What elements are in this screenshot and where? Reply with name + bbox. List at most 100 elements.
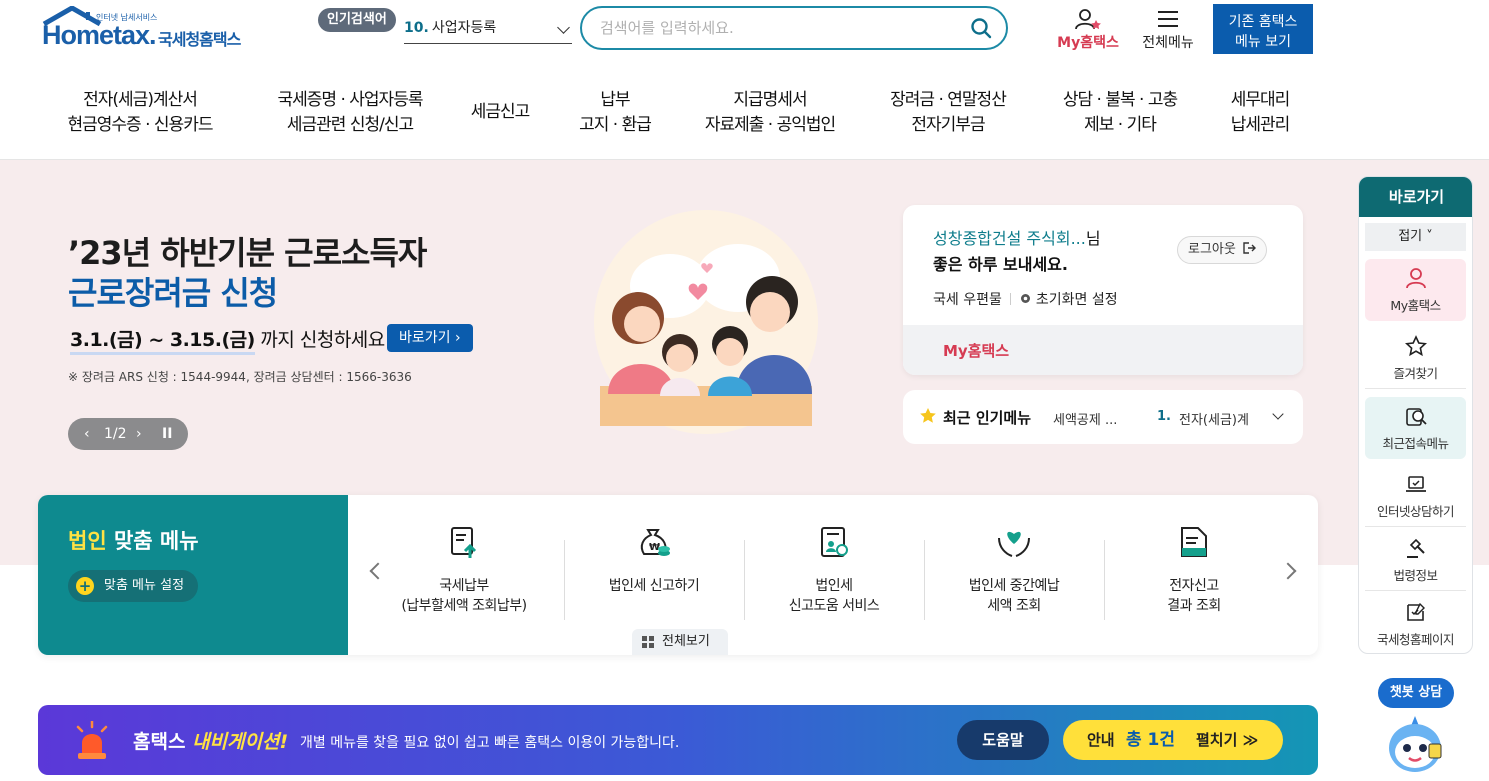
search-input[interactable] [600,16,960,40]
family-illustration [594,210,818,434]
recent-menu-value[interactable]: 세액공제 ... [1053,409,1117,428]
search-box [580,6,1008,50]
chevron-down-icon[interactable] [1272,408,1284,420]
all-menu-button[interactable]: 전체메뉴 [1136,8,1200,52]
view-all-button[interactable]: 전체보기 [632,629,728,655]
corp-title-rest: 맞춤 메뉴 [106,529,199,553]
quick-my-hometax[interactable]: My홈택스 [1365,259,1466,321]
slide-pause-button[interactable]: II [162,418,172,450]
gnb-line1: 장려금 · 연말정산 [890,90,1007,110]
recent-popular-menu[interactable]: 최근 인기메뉴 세액공제 ... 1. 전자(세금)계 [903,390,1303,444]
quick-menu-fold-button[interactable]: 접기 ˅ [1365,223,1466,251]
header: 인터넷 납세서비스 Hometax. 국세청홈택스 인기검색어 10. 사업자등록… [0,0,1489,160]
chatbot-mascot-icon[interactable] [1385,714,1445,776]
help-button[interactable]: 도움말 [957,720,1049,760]
greeting: 좋은 하루 보내세요. [933,255,1068,274]
hometax-logo[interactable]: 인터넷 납세서비스 Hometax. 국세청홈택스 [40,6,255,50]
quick-law-info[interactable]: 법령정보 [1365,529,1466,591]
laptop-icon [1406,476,1426,492]
search-icon[interactable] [970,17,992,39]
quick-online-consult[interactable]: 인터넷상담하기 [1365,465,1466,527]
my-hometax-row[interactable]: My홈택스 [903,325,1303,375]
chevron-right-icon: › [454,330,461,346]
gnb-payment[interactable]: 납부 고지 · 환급 [555,88,675,138]
user-icon [1406,268,1426,289]
company-name-text: 성창종합건설 주식회... [933,229,1086,248]
gnb-line1: 지급명세서 [733,90,807,110]
company-name[interactable]: 성창종합건설 주식회...님 [933,225,1101,249]
hero-title-line2: 근로장려금 신청 [68,274,278,312]
gnb-e-invoice[interactable]: 전자(세금)계산서 현금영수증 · 신용카드 [40,88,240,138]
document-result-icon [1181,527,1207,557]
logo-sub-text: 국세청홈택스 [158,30,241,49]
gnb-line2: 현금영수증 · 신용카드 [67,115,214,135]
corp-menu-item[interactable]: 법인세 중간예납 세액 조회 [924,520,1104,620]
my-hometax-button[interactable]: My홈택스 [1052,8,1124,52]
logout-icon [1243,242,1256,254]
popular-menu-value[interactable]: 전자(세금)계 [1179,409,1249,428]
corp-custom-menu: 법인 맞춤 메뉴 + 맞춤 메뉴 설정 국세납부 (납부할세액 조회납부) ₩ … [38,495,1318,655]
corp-menu-item[interactable]: ₩ 법인세 신고하기 [564,520,744,620]
honorific: 님 [1085,229,1101,248]
hero-period-dates: 3.1.(금) ~ 3.15.(금) [70,329,255,355]
custom-menu-setting-label: 맞춤 메뉴 설정 [104,578,185,593]
home-setting-link[interactable]: 초기화면 설정 [1036,292,1118,308]
hero-goto-label: 바로가기 [399,330,451,346]
recent-menu-title: 최근 인기메뉴 [943,409,1032,427]
my-hometax-label: My홈택스 [1057,35,1119,51]
quick-item-label: 인터넷상담하기 [1376,504,1455,519]
gnb-tax-agent[interactable]: 세무대리 납세관리 [1210,88,1310,138]
corp-menu-item[interactable]: 법인세 신고도움 서비스 [744,520,924,620]
gnb-consultation[interactable]: 상담 · 불복 · 고충 제보 · 기타 [1045,88,1195,138]
quick-menu: 바로가기 접기 ˅ My홈택스 즐겨찾기 최근접속메뉴 인터넷상담하기 법령정보… [1358,176,1473,654]
gnb-certificate[interactable]: 국세증명 · 사업자등록 세금관련 신청/신고 [250,88,450,138]
logout-button[interactable]: 로그아웃 [1177,236,1267,264]
divider [1009,293,1011,305]
old-menu-button[interactable]: 기존 홈택스 메뉴 보기 [1213,4,1313,54]
quick-recent-menu[interactable]: 최근접속메뉴 [1365,397,1466,459]
popular-search-rank: 10. [404,20,429,36]
hero-period-suffix: 까지 신청하세요! [254,329,392,351]
view-all-label: 전체보기 [662,634,710,649]
popular-search-term: 사업자등록 [431,20,497,36]
quick-item-label: My홈택스 [1390,298,1441,313]
gavel-icon [1407,538,1425,558]
gnb-line2: 자료제출 · 공익법인 [704,115,836,135]
navigation-description: 개별 메뉴를 찾을 필요 없이 쉽고 빠른 홈택스 이용이 가능합니다. [300,735,680,751]
logo-text: Hometax. [42,20,157,50]
corp-menu-header: 법인 맞춤 메뉴 + 맞춤 메뉴 설정 [38,495,348,655]
recent-search-icon [1406,408,1427,426]
notice-expand-button[interactable]: 안내 총 1건 펼치기 ≫ [1063,720,1283,760]
navigation-banner: 홈택스 내비게이션! 개별 메뉴를 찾을 필요 없이 쉽고 빠른 홈택스 이용이… [38,705,1318,775]
slider-control: ‹ 1/2 › II [68,418,188,450]
quick-favorites[interactable]: 즐겨찾기 [1365,327,1466,389]
navigation-title-b: 내비게이션! [192,731,289,753]
star-icon [920,408,936,423]
slide-next-button[interactable]: › [136,418,142,450]
my-hometax-link: My홈택스 [943,342,1010,360]
gear-icon [1020,294,1030,303]
gnb-line2: 제보 · 기타 [1084,115,1157,135]
corp-menu-title: 법인 맞춤 메뉴 [68,525,199,555]
gnb-tax-filing[interactable]: 세금신고 [450,100,550,125]
chatbot-button[interactable]: 챗봇 상담 [1378,678,1454,708]
quick-nts-homepage[interactable]: 국세청홈페이지 [1365,593,1466,653]
gnb-incentive[interactable]: 장려금 · 연말정산 전자기부금 [868,88,1028,138]
gnb-line1: 국세증명 · 사업자등록 [277,90,424,110]
mailbox-link[interactable]: 국세 우편물 [933,292,1002,308]
navigation-title-a: 홈택스 [133,731,193,753]
heart-hands-icon [998,531,1030,557]
slide-prev-button[interactable]: ‹ [84,418,90,450]
custom-menu-setting-button[interactable]: + 맞춤 메뉴 설정 [68,570,199,602]
corp-menu-item[interactable]: 국세납부 (납부할세액 조회납부) [374,520,554,620]
quick-item-label: 법령정보 [1393,568,1438,583]
quick-item-label: 국세청홈페이지 [1376,632,1455,647]
notice-count: 총 1건 [1126,730,1176,750]
quick-item-label: 최근접속메뉴 [1382,436,1449,451]
gnb-payment-statement[interactable]: 지급명세서자료제출 · 공익법인 [690,88,850,138]
hero-goto-button[interactable]: 바로가기 › [387,324,473,352]
corp-menu-item[interactable]: 전자신고 결과 조회 [1104,520,1284,620]
global-nav: 전자(세금)계산서 현금영수증 · 신용카드 국세증명 · 사업자등록 세금관련 신… [40,88,1340,138]
popular-search-select[interactable]: 10. 사업자등록 [404,14,572,44]
siren-icon [76,721,108,759]
